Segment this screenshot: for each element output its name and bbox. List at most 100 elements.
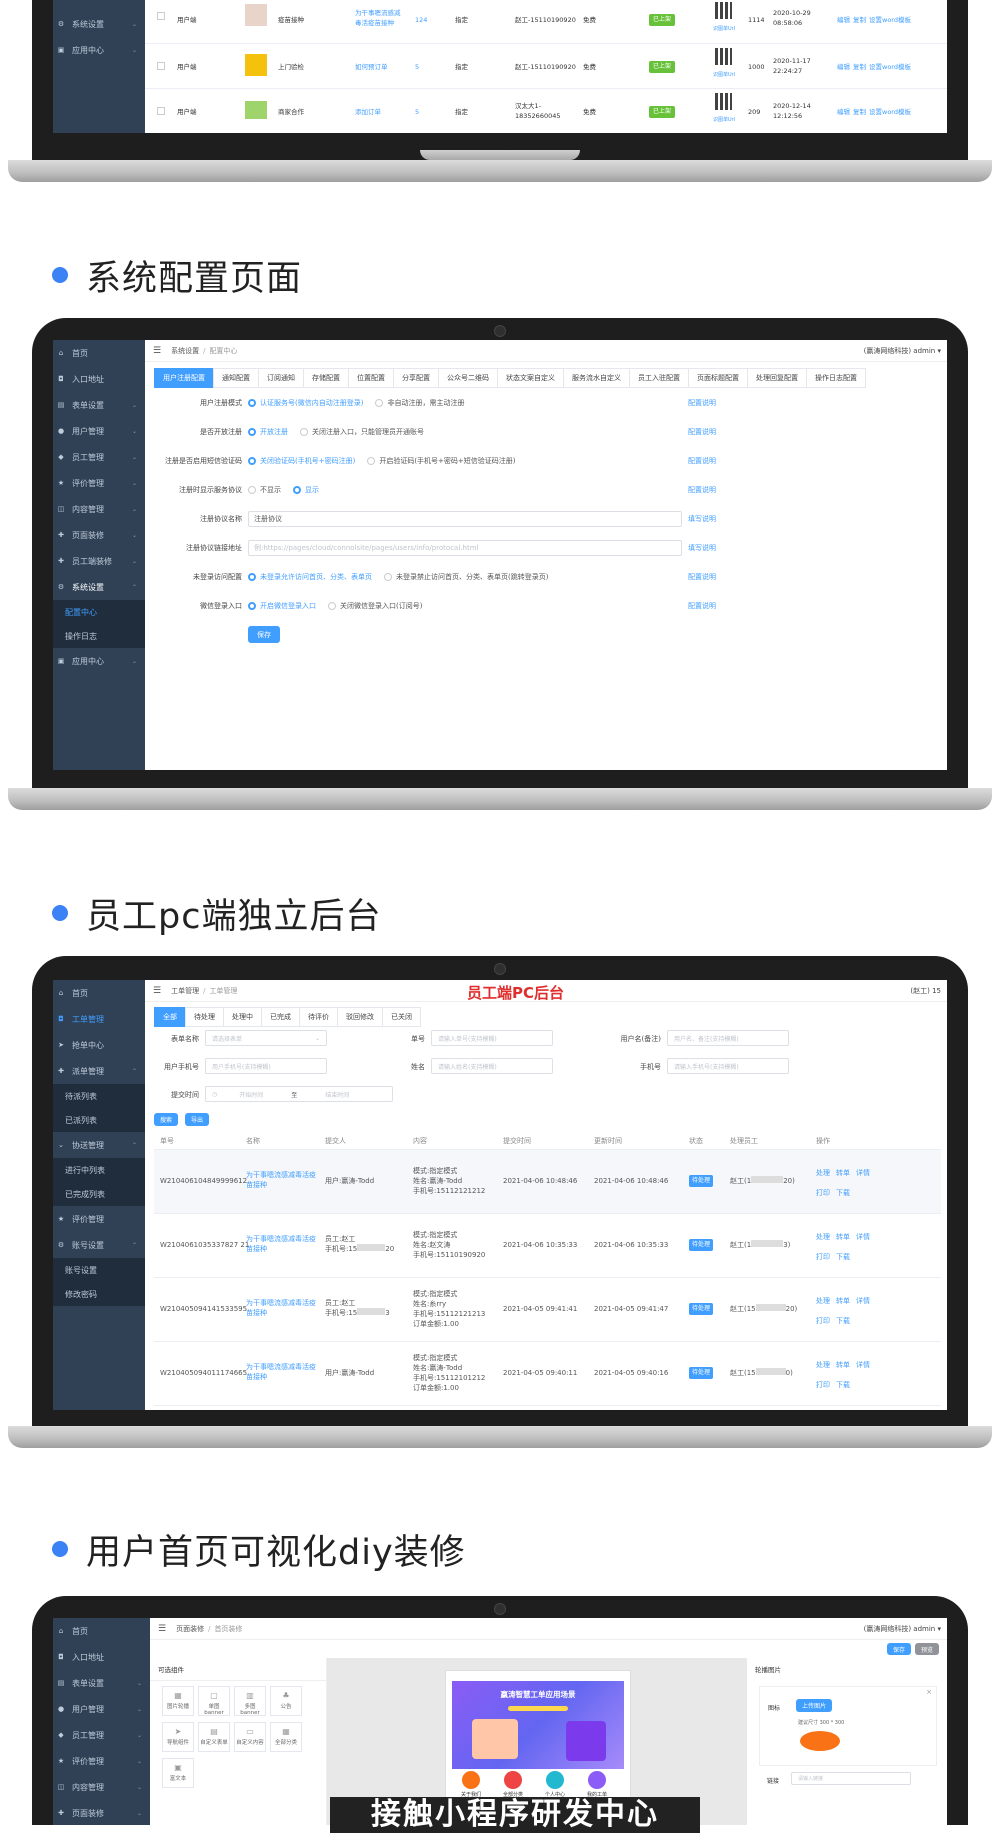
- sidebar-subitem-completed[interactable]: 已完成列表: [53, 1182, 145, 1206]
- remark-input[interactable]: 用户名、备注(支持模糊): [667, 1030, 789, 1046]
- preview-banner[interactable]: 赢涛智慧工单应用场景: [452, 1681, 624, 1769]
- tab-location[interactable]: 位置配置: [348, 368, 394, 388]
- sidebar-subitem-in-progress[interactable]: 进行中列表: [53, 1158, 145, 1182]
- help-link[interactable]: 填写说明: [688, 514, 716, 524]
- row-checkbox[interactable]: [157, 107, 165, 115]
- sidebar-subitem-pending[interactable]: 待派列表: [53, 1084, 145, 1108]
- order-no-input[interactable]: 请输入单号(支持模糊): [431, 1030, 553, 1046]
- word-template-link[interactable]: 设置word模板: [869, 15, 911, 25]
- row-checkbox[interactable]: [157, 62, 165, 70]
- radio-option[interactable]: 关闭注册入口，只能管理员开通账号: [300, 427, 424, 437]
- download-link[interactable]: 下载: [836, 1252, 850, 1262]
- nav-categories[interactable]: 全部分类: [498, 1771, 528, 1798]
- tab-notify[interactable]: 通知配置: [213, 368, 259, 388]
- form-link[interactable]: 如何预订单: [355, 62, 388, 72]
- radio-option[interactable]: 开启验证码(手机号+密码+短信验证码注册): [367, 456, 516, 466]
- help-link[interactable]: 配置说明: [688, 572, 716, 582]
- tab-processing[interactable]: 处理中: [223, 1007, 262, 1027]
- radio-option[interactable]: 显示: [293, 485, 319, 495]
- component-notice[interactable]: ♣ 公告: [270, 1686, 302, 1716]
- help-link[interactable]: 填写说明: [688, 543, 716, 553]
- sidebar-item-assist[interactable]: ⌄ 协送管理 ⌃: [53, 1132, 145, 1158]
- transfer-link[interactable]: 转单: [836, 1168, 850, 1178]
- sidebar-item-form-settings[interactable]: ▤ 表单设置 ⌄: [53, 392, 145, 418]
- process-link[interactable]: 处理: [816, 1168, 830, 1178]
- preview-button[interactable]: 预览: [915, 1643, 939, 1655]
- name-input[interactable]: 请输入姓名(支持模糊): [431, 1058, 553, 1074]
- nav-personal[interactable]: 个人中心: [540, 1771, 570, 1798]
- tab-service-flow[interactable]: 服务流水自定义: [563, 368, 630, 388]
- sidebar-item-app-center[interactable]: ▣ 应用中心 ⌄: [53, 648, 145, 674]
- copy-link[interactable]: 复制: [853, 15, 866, 25]
- edit-link[interactable]: 编辑: [837, 107, 850, 117]
- help-link[interactable]: 配置说明: [688, 456, 716, 466]
- tab-reply[interactable]: 处理回复配置: [747, 368, 807, 388]
- radio-option[interactable]: 非自动注册，需主动注册: [375, 398, 464, 408]
- user-menu[interactable]: (赵工) 15: [910, 986, 941, 996]
- table-row[interactable]: W2104061035337827 21 为干事嗯流感减毒活疫苗接种 员工:赵工…: [154, 1214, 941, 1278]
- component-nav[interactable]: ➤ 导航组件: [162, 1722, 194, 1752]
- sidebar-item-page-decor[interactable]: ✚ 页面装修 ⌄: [53, 1800, 150, 1825]
- transfer-link[interactable]: 转单: [836, 1360, 850, 1370]
- link-input[interactable]: 请输入链接: [791, 1772, 911, 1785]
- process-link[interactable]: 处理: [816, 1232, 830, 1242]
- sidebar-item-entry[interactable]: ◘ 入口地址: [53, 1644, 150, 1670]
- user-menu[interactable]: (赢涛网络科技) admin ▾: [864, 346, 941, 356]
- tab-to-review[interactable]: 待评价: [299, 1007, 338, 1027]
- table-row[interactable]: W210406104849999612 为干事嗯流感减毒活疫苗接种 用户:赢涛-…: [154, 1150, 941, 1214]
- nav-about[interactable]: 关于我们: [456, 1771, 486, 1798]
- print-link[interactable]: 打印: [816, 1316, 830, 1326]
- radio-option[interactable]: 关闭验证码(手机号+密码注册): [248, 456, 355, 466]
- hamburger-icon[interactable]: ☰: [158, 1624, 166, 1634]
- copy-link[interactable]: 复制: [853, 62, 866, 72]
- sidebar-item-staff[interactable]: ◆ 员工管理 ⌄: [53, 444, 145, 470]
- tab-page-title[interactable]: 页面标题配置: [688, 368, 748, 388]
- radio-option[interactable]: 开放注册: [248, 427, 288, 437]
- table-row[interactable]: W210405094141533595 为干事嗯流感减毒活疫苗接种 员工:赵工 …: [154, 1278, 941, 1342]
- radio-option[interactable]: 认证服务号(微信内自动注册登录): [248, 398, 363, 408]
- tab-user-register[interactable]: 用户注册配置: [154, 368, 214, 388]
- detail-link[interactable]: 详情: [856, 1232, 870, 1242]
- close-icon[interactable]: ×: [926, 1688, 932, 1696]
- nav-my-tickets[interactable]: 我的工单: [582, 1771, 612, 1798]
- tab-pending[interactable]: 待处理: [185, 1007, 224, 1027]
- user-menu[interactable]: (赢涛网络科技) admin ▾: [864, 1624, 941, 1634]
- radio-option[interactable]: 开启微信登录入口: [248, 601, 316, 611]
- sidebar-item-dispatch[interactable]: ✚ 派单管理 ⌃: [53, 1058, 145, 1084]
- sidebar-item-home[interactable]: ⌂ 首页: [53, 340, 145, 366]
- sidebar-item-system-settings[interactable]: ⚙ 系统设置 ⌃: [53, 574, 145, 600]
- tab-qrcode[interactable]: 公众号二维码: [438, 368, 498, 388]
- sidebar-item-reviews[interactable]: ★ 评价管理 ⌄: [53, 470, 145, 496]
- sidebar-item-staff[interactable]: ◆ 员工管理 ⌄: [53, 1722, 150, 1748]
- sidebar-item-entry[interactable]: ◘ 入口地址: [53, 366, 145, 392]
- sidebar-item-page-decor[interactable]: ✚ 页面装修 ⌄: [53, 522, 145, 548]
- copy-link[interactable]: 复制: [853, 107, 866, 117]
- form-name-select[interactable]: 请选择表单 ⌄: [205, 1030, 327, 1046]
- sidebar-item-reviews[interactable]: ★ 评价管理 ⌄: [53, 1748, 150, 1774]
- help-link[interactable]: 配置说明: [688, 398, 716, 408]
- transfer-link[interactable]: 转单: [836, 1296, 850, 1306]
- component-all-categories[interactable]: ▦ 全部分类: [270, 1722, 302, 1752]
- radio-option[interactable]: 未登录禁止访问首页、分类、表单页(跳转登录页): [384, 572, 548, 582]
- hamburger-icon[interactable]: ☰: [153, 346, 161, 356]
- component-single-banner[interactable]: ▢ 单图banner: [198, 1686, 230, 1716]
- print-link[interactable]: 打印: [816, 1380, 830, 1390]
- sidebar-item-tickets[interactable]: ◘ 工单管理: [53, 1006, 145, 1032]
- upload-button[interactable]: 上传图片: [796, 1699, 832, 1712]
- print-link[interactable]: 打印: [816, 1252, 830, 1262]
- user-phone-input[interactable]: 用户手机号(支持模糊): [205, 1058, 327, 1074]
- sidebar-item-staff-decor[interactable]: ✚ 员工端装修 ⌄: [53, 548, 145, 574]
- process-link[interactable]: 处理: [816, 1360, 830, 1370]
- row-checkbox[interactable]: [157, 12, 165, 20]
- component-rich-text[interactable]: ▣ 富文本: [162, 1758, 194, 1788]
- sidebar-item-home[interactable]: ⌂ 首页: [53, 1618, 150, 1644]
- tab-rejected[interactable]: 驳回修改: [337, 1007, 383, 1027]
- radio-option[interactable]: 关闭微信登录入口(订阅号): [328, 601, 422, 611]
- component-multi-banner[interactable]: ▥ 多图banner: [234, 1686, 266, 1716]
- sidebar-item-content[interactable]: ◫ 内容管理 ⌄: [53, 496, 145, 522]
- radio-option[interactable]: 不显示: [248, 485, 281, 495]
- detail-link[interactable]: 详情: [856, 1296, 870, 1306]
- table-row[interactable]: 用户端 上门验检 如何预订单 5 指定 赵工-15110190920 免费 已上…: [145, 44, 947, 89]
- form-link[interactable]: 为干事嗯流感减毒活疫苗接种: [355, 8, 405, 28]
- transfer-link[interactable]: 转单: [836, 1232, 850, 1242]
